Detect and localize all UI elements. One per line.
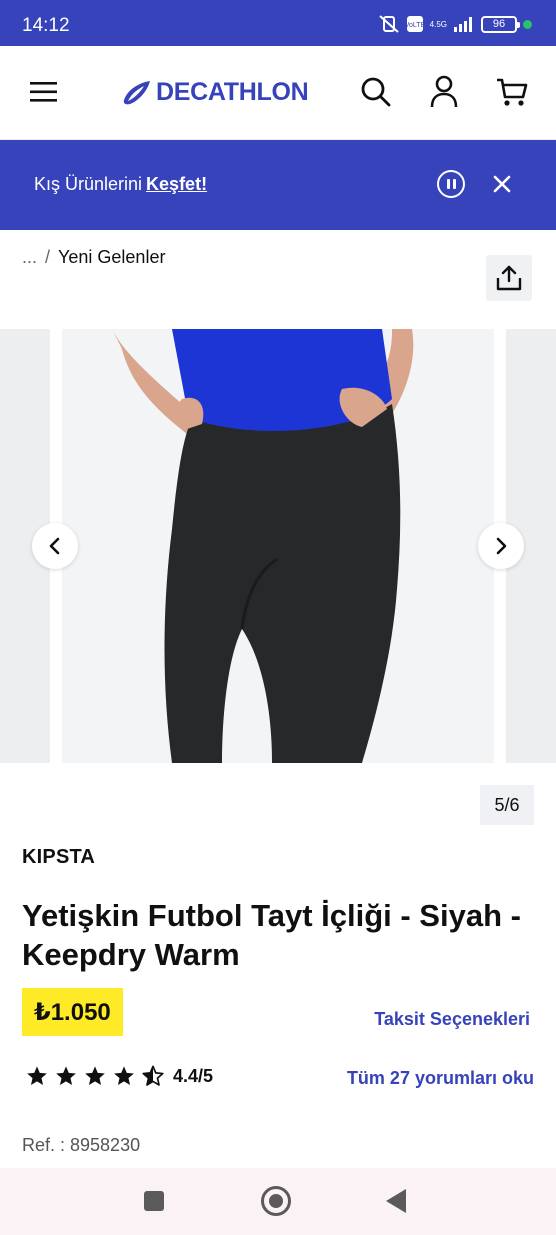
- account-icon: [430, 75, 458, 108]
- close-icon: [493, 175, 511, 193]
- promo-message: Kış Ürünlerini Keşfet!: [34, 174, 207, 195]
- star-filled-icon: [85, 1066, 105, 1085]
- pause-icon: [446, 179, 450, 189]
- star-filled-icon: [56, 1066, 76, 1085]
- decathlon-logo[interactable]: DECATHLON: [122, 78, 309, 107]
- account-button[interactable]: [422, 70, 466, 114]
- cart-button[interactable]: [490, 70, 534, 114]
- system-navigation-bar: [0, 1168, 556, 1235]
- breadcrumb: ... / Yeni Gelenler: [22, 247, 165, 268]
- pause-button[interactable]: [437, 170, 465, 198]
- close-promo-button[interactable]: [488, 170, 516, 198]
- cart-icon: [497, 78, 528, 106]
- product-gallery[interactable]: [0, 329, 556, 763]
- vibrate-off-icon: [378, 15, 399, 33]
- rating-value: 4.4/5: [173, 1065, 214, 1086]
- breadcrumb-separator: /: [45, 247, 51, 267]
- decathlon-logo-icon: [123, 80, 150, 104]
- star-half-icon: [142, 1065, 164, 1086]
- installment-options-link[interactable]: Taksit Seçenekleri: [374, 1009, 530, 1030]
- status-icons: VoLTE 4.5G 96: [378, 14, 532, 34]
- promo-text: Kış Ürünlerini: [34, 174, 143, 194]
- star-filled-icon: [114, 1066, 134, 1085]
- star-filled-icon: [27, 1066, 47, 1085]
- image-counter: 5/6: [480, 785, 534, 825]
- share-button[interactable]: [486, 255, 532, 301]
- search-icon: [361, 77, 391, 107]
- share-icon: [496, 265, 522, 291]
- product-reference: Ref. : 8958230: [22, 1135, 141, 1155]
- svg-text:VoLTE: VoLTE: [406, 22, 424, 29]
- status-bar: 14:12 VoLTE 4.5G 96: [0, 0, 556, 46]
- breadcrumb-ellipsis[interactable]: ...: [22, 247, 37, 268]
- product-rating[interactable]: 4.4/5: [26, 1065, 213, 1087]
- reviews-link[interactable]: Tüm 27 yorumları oku: [347, 1068, 534, 1089]
- promo-banner: Kış Ürünlerini Keşfet!: [0, 140, 556, 230]
- network-type: 4.5G: [429, 19, 447, 29]
- search-button[interactable]: [354, 70, 398, 114]
- product-image[interactable]: [62, 329, 494, 763]
- menu-button[interactable]: [22, 70, 66, 114]
- battery-icon: 96: [481, 15, 520, 33]
- previous-image-button[interactable]: [32, 523, 78, 569]
- back-icon[interactable]: [386, 1189, 406, 1213]
- chevron-right-icon: [496, 537, 507, 555]
- product-price: ₺1.050: [22, 988, 123, 1036]
- home-icon[interactable]: [261, 1186, 291, 1216]
- recents-icon[interactable]: [144, 1191, 164, 1211]
- next-image-button[interactable]: [478, 523, 524, 569]
- menu-icon: [30, 82, 57, 102]
- site-header: DECATHLON: [0, 46, 556, 140]
- promo-link[interactable]: Keşfet!: [146, 174, 207, 194]
- product-photo: [62, 329, 494, 763]
- signal-icon: [454, 17, 472, 32]
- logo-text: DECATHLON: [156, 78, 309, 106]
- breadcrumb-current[interactable]: Yeni Gelenler: [58, 247, 165, 268]
- volte-icon: VoLTE: [406, 16, 424, 32]
- notification-dot-icon: [523, 19, 532, 29]
- status-time: 14:12: [22, 15, 70, 36]
- chevron-left-icon: [49, 537, 60, 555]
- product-brand[interactable]: KIPSTA: [22, 846, 95, 869]
- product-title: Yetişkin Futbol Tayt İçliği - Siyah - Ke…: [22, 898, 521, 972]
